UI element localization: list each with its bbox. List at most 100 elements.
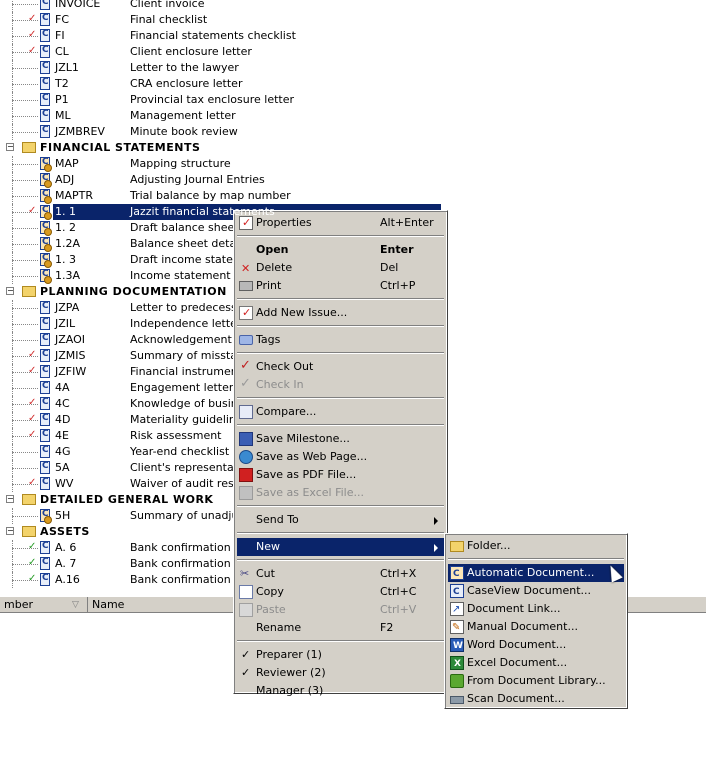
menu-item-caseview-document[interactable]: CaseView Document... [448, 582, 624, 601]
menu-item-folder[interactable]: Folder... [448, 537, 624, 555]
menu-item-manager-3[interactable]: Manager (3) [237, 682, 444, 700]
document-name: Letter to the lawyer [130, 61, 239, 74]
menu-item-new[interactable]: New [237, 538, 444, 556]
signoff-check-icon: ✓ [28, 29, 37, 40]
menu-item-cut[interactable]: Cut Ctrl+X [237, 565, 444, 583]
tree-row[interactable]: ADJ Adjusting Journal Entries [0, 172, 706, 188]
collapse-toggle-icon[interactable]: − [6, 527, 14, 535]
menu-item-check-out[interactable]: Check Out [237, 357, 444, 376]
tree-row[interactable]: ML Management letter [0, 108, 706, 124]
paste-icon [239, 603, 253, 617]
tree-row[interactable]: MAPTR Trial balance by map number [0, 188, 706, 204]
menu-item-manual-document[interactable]: Manual Document... [448, 618, 624, 637]
document-number: JZMIS [55, 349, 86, 362]
tree-row[interactable]: JZL1 Letter to the lawyer [0, 60, 706, 76]
caseview-document-icon [40, 109, 50, 122]
document-number: 1. 3 [55, 253, 76, 266]
collapse-toggle-icon[interactable]: − [6, 287, 14, 295]
collapse-toggle-icon[interactable]: − [6, 495, 14, 503]
menu-item-reviewer-2[interactable]: Reviewer (2) [237, 664, 444, 682]
document-number: INVOICE [55, 0, 101, 10]
document-name: Year-end checklist let [130, 445, 247, 458]
menu-item-add-new-issue[interactable]: Add New Issue... [237, 304, 444, 322]
tree-row[interactable]: T2 CRA enclosure letter [0, 76, 706, 92]
menu-item-shortcut: Ctrl+P [380, 279, 416, 292]
menu-item-label: Save as Web Page... [256, 450, 368, 463]
menu-item-from-document-library[interactable]: From Document Library... [448, 672, 624, 690]
menu-item-print[interactable]: Print Ctrl+P [237, 277, 444, 295]
menu-item-save-as-pdf-file[interactable]: Save as PDF File... [237, 466, 444, 484]
menu-item-rename[interactable]: Rename F2 [237, 619, 444, 637]
scan-icon [450, 696, 464, 704]
submenu-arrow-icon [434, 544, 438, 552]
column-header-name-label: Name [92, 598, 125, 611]
signoff-check-icon: ✓ [28, 413, 37, 424]
document-number: 1.2A [55, 237, 81, 250]
menu-item-delete[interactable]: Delete Del [237, 259, 444, 278]
tree-row[interactable]: P1 Provincial tax enclosure letter [0, 92, 706, 108]
document-number: 4C [55, 397, 70, 410]
tree-guide-line [12, 388, 38, 389]
menu-item-save-as-web-page[interactable]: Save as Web Page... [237, 448, 444, 466]
tree-guide-line [12, 180, 38, 181]
column-header-number[interactable]: mber ▽ [0, 597, 88, 613]
tree-row[interactable]: INVOICE Client invoice [0, 0, 706, 12]
tree-guide-line [12, 0, 13, 12]
menu-item-save-milestone[interactable]: Save Milestone... [237, 430, 444, 448]
menu-separator [448, 558, 624, 560]
menu-item-shortcut: Enter [380, 243, 414, 256]
document-name: Management letter [130, 109, 236, 122]
tree-guide-line [12, 4, 38, 5]
tree-guide-line [12, 244, 38, 245]
pdf-icon [239, 468, 253, 482]
document-name: Mapping structure [130, 157, 231, 170]
menu-item-compare[interactable]: Compare... [237, 403, 444, 421]
document-number: A.16 [55, 573, 80, 586]
tree-row[interactable]: MAP Mapping structure [0, 156, 706, 172]
menu-item-label: Word Document... [467, 638, 567, 651]
tree-row[interactable]: ✓ CL Client enclosure letter [0, 44, 706, 60]
tree-row[interactable]: JZMBREV Minute book review [0, 124, 706, 140]
document-number: JZPA [55, 301, 80, 314]
tree-folder-row[interactable]: − FINANCIAL STATEMENTS [0, 140, 706, 156]
menu-item-automatic-document[interactable]: Automatic Document... [448, 564, 624, 583]
menu-item-copy[interactable]: Copy Ctrl+C [237, 583, 444, 601]
tree-guide-line [12, 260, 38, 261]
menu-item-shortcut: F2 [380, 621, 394, 634]
caseview-document-icon [40, 349, 50, 362]
menu-item-excel-document[interactable]: Excel Document... [448, 654, 624, 673]
menu-item-word-document[interactable]: Word Document... [448, 636, 624, 655]
tree-row[interactable]: ✓ FC Final checklist [0, 12, 706, 28]
document-number: 4A [55, 381, 70, 394]
tree-guide-line [12, 276, 38, 277]
lib-icon [450, 674, 464, 688]
menu-item-label: Copy [256, 585, 284, 598]
caseview-document-icon [40, 557, 50, 570]
menu-item-send-to[interactable]: Send To [237, 511, 444, 529]
menu-item-label: Print [256, 279, 282, 292]
document-name: Adjusting Journal Entries [130, 173, 265, 186]
tree-guide-line [12, 324, 38, 325]
excel-icon [239, 486, 253, 500]
menu-item-shortcut: Del [380, 261, 399, 274]
document-number: JZAOI [55, 333, 86, 346]
collapse-toggle-icon[interactable]: − [6, 143, 14, 151]
caseview-document-icon [40, 397, 50, 410]
caseview-document-icon [40, 477, 50, 490]
document-number: 4D [55, 413, 71, 426]
menu-item-scan-document[interactable]: Scan Document... [448, 690, 624, 708]
menu-item-tags[interactable]: Tags [237, 331, 444, 349]
check-icon [239, 646, 253, 664]
menu-item-document-link[interactable]: Document Link... [448, 600, 624, 619]
menu-item-open[interactable]: Open Enter [237, 241, 444, 259]
menu-separator [237, 352, 444, 354]
signoff-complete-icon: ✓ [28, 573, 37, 584]
menu-item-preparer-1[interactable]: Preparer (1) [237, 646, 444, 664]
tree-row[interactable]: ✓ FI Financial statements checklist [0, 28, 706, 44]
document-number: T2 [55, 77, 69, 90]
tree-guide-line [12, 164, 38, 165]
menu-item-label: Check Out [256, 360, 314, 373]
sort-arrow-icon: ▽ [72, 600, 79, 610]
cvdoc-icon [450, 583, 464, 601]
automatic-document-icon [40, 157, 52, 172]
